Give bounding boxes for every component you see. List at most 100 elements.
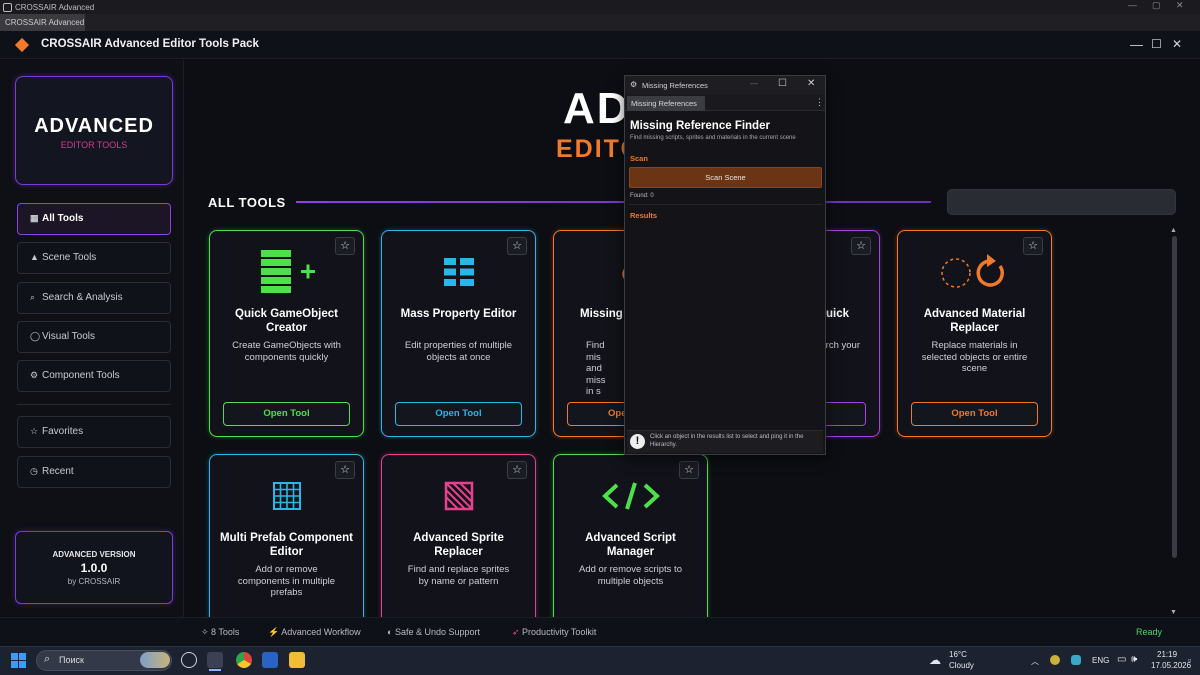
sidebar-item-visual-tools[interactable]: ◯ Visual Tools xyxy=(17,321,171,353)
windows-start-icon[interactable] xyxy=(11,653,26,668)
scrollbar[interactable] xyxy=(1172,236,1177,558)
version-author: by CROSSAIR xyxy=(67,577,121,586)
heading-divider xyxy=(296,201,931,203)
float-close-icon[interactable]: ✕ xyxy=(807,78,815,89)
card-description: Add or remove scripts to multiple object… xyxy=(579,564,682,587)
info-icon: ! xyxy=(630,434,645,449)
version-number: 1.0.0 xyxy=(80,561,108,575)
tool-card-mass-property-editor: ☆ Mass Property Editor Edit properties o… xyxy=(381,230,536,437)
sidebar-item-scene-tools[interactable]: ▲ Scene Tools xyxy=(17,242,171,274)
results-section-label: Results xyxy=(630,211,658,220)
sidebar-item-component-tools[interactable]: ⚙ Component Tools xyxy=(17,360,171,392)
card-title: Quick GameObject Creator xyxy=(235,308,338,334)
minimize-icon[interactable]: — xyxy=(1130,37,1143,52)
os-window-title: CROSSAIR Advanced xyxy=(15,2,95,12)
sidebar-item-recent[interactable]: ◷ Recent xyxy=(17,456,171,488)
unity-hub-icon[interactable] xyxy=(181,652,197,668)
favorite-star-icon[interactable]: ☆ xyxy=(851,237,871,255)
notification-icon[interactable]: ▫ xyxy=(1188,655,1191,665)
chrome-icon[interactable] xyxy=(236,652,252,668)
scroll-down-icon[interactable]: ▼ xyxy=(1170,609,1177,616)
kebab-menu-icon[interactable]: ⋮ xyxy=(815,97,824,108)
grid-list-icon xyxy=(382,249,535,295)
scroll-up-icon[interactable]: ▲ xyxy=(1170,227,1177,234)
os-tab[interactable]: CROSSAIR Advanced xyxy=(0,14,85,31)
search-input[interactable] xyxy=(947,189,1176,215)
sidebar-item-label: Recent xyxy=(42,466,74,477)
unity-editor-icon[interactable] xyxy=(207,652,223,668)
word-icon[interactable] xyxy=(262,652,278,668)
float-panel-description: Find missing scripts, sprites and materi… xyxy=(630,135,796,141)
weather-temp: 16°C xyxy=(949,650,967,659)
scan-scene-button[interactable]: Scan Scene xyxy=(629,167,822,188)
sidebar-item-label: Visual Tools xyxy=(42,331,95,342)
grid-icon xyxy=(210,473,363,519)
triangle-icon: ▲ xyxy=(30,252,39,262)
version-box: ADVANCED VERSION 1.0.0 by CROSSAIR xyxy=(15,531,173,604)
os-tab-bar xyxy=(0,14,1200,31)
clock-date[interactable]: 17.05.2026 xyxy=(1151,661,1191,670)
network-icon[interactable]: ▭ xyxy=(1117,654,1126,665)
maximize-icon[interactable]: ☐ xyxy=(1151,37,1162,51)
section-heading: ALL TOOLS xyxy=(208,195,286,210)
os-close-icon[interactable]: ✕ xyxy=(1176,0,1184,11)
window-app-icon: ⚙ xyxy=(630,80,638,89)
sidebar-item-label: Component Tools xyxy=(42,370,120,381)
card-description: Find mis and miss in s xyxy=(586,340,606,397)
open-tool-button[interactable]: Open Tool xyxy=(223,402,350,426)
shield-icon: ◐ xyxy=(387,627,395,637)
tray-chevron-icon[interactable]: ︿ xyxy=(1031,656,1039,667)
gear-icon: ⚙ xyxy=(30,370,39,380)
card-description: Find and replace sprites by name or patt… xyxy=(407,564,510,587)
file-explorer-icon[interactable] xyxy=(289,652,305,668)
brand-box: ADVANCED EDITOR TOOLS xyxy=(15,76,173,185)
clock-time[interactable]: 21:19 xyxy=(1157,650,1177,659)
os-title-bar: CROSSAIR Advanced — ▢ ✕ xyxy=(0,0,1200,14)
open-tool-button[interactable]: Open Tool xyxy=(911,402,1038,426)
refresh-icon xyxy=(898,249,1051,295)
version-label: ADVANCED VERSION xyxy=(52,550,136,559)
tray-security-icon[interactable] xyxy=(1071,655,1081,665)
card-description: Create GameObjects with components quick… xyxy=(232,340,341,363)
sidebar-item-all-tools[interactable]: ▦ All Tools xyxy=(17,203,171,235)
clock-icon: ◷ xyxy=(30,466,38,476)
rocket-icon: ➶ xyxy=(512,627,523,637)
active-app-indicator xyxy=(209,669,221,671)
card-title: Advanced Script Manager xyxy=(585,532,676,558)
float-tab[interactable]: Missing References xyxy=(627,96,705,111)
tray-app-icon[interactable] xyxy=(1050,655,1060,665)
brand-title: ADVANCED xyxy=(34,115,154,137)
float-window-title: Missing References xyxy=(642,81,708,90)
card-title: Advanced Material Replacer xyxy=(923,308,1026,334)
card-title: Advanced Sprite Replacer xyxy=(413,532,504,558)
open-tool-button[interactable]: Open Tool xyxy=(395,402,522,426)
language-indicator[interactable]: ENG xyxy=(1092,656,1109,665)
taskbar-search-placeholder: Поиск xyxy=(59,655,84,665)
os-minimize-icon[interactable]: — xyxy=(1128,0,1137,10)
close-icon[interactable]: ✕ xyxy=(1172,37,1182,51)
status-tools-count: ✧ 8 Tools xyxy=(201,627,240,637)
app-title: CROSSAIR Advanced Editor Tools Pack xyxy=(41,38,259,50)
sidebar-item-search-analysis[interactable]: ⌕ Search & Analysis xyxy=(17,282,171,314)
app-icon xyxy=(3,2,12,12)
code-icon xyxy=(554,473,707,519)
card-description: Replace materials in selected objects or… xyxy=(921,340,1028,374)
sidebar-divider xyxy=(17,404,171,405)
float-window-titlebar[interactable]: ⚙ Missing References — ☐ ✕ xyxy=(625,76,825,94)
lightning-icon: ⚡ xyxy=(268,627,282,637)
tool-card-advanced-sprite-replacer: ☆ Advanced Sprite Replacer Find and repl… xyxy=(381,454,536,629)
card-description: Edit properties of multiple objects at o… xyxy=(404,340,513,363)
card-description: rch your xyxy=(825,340,860,351)
circle-icon: ◯ xyxy=(30,331,41,341)
search-highlight-image xyxy=(140,652,170,668)
tool-card-quick-gameobject-creator: ☆ Quick GameObject Creator Create GameOb… xyxy=(209,230,364,437)
sidebar-item-favorites[interactable]: ☆ Favorites xyxy=(17,416,171,448)
search-icon: ⌕ xyxy=(44,653,51,665)
volume-icon[interactable]: 🕪 xyxy=(1131,654,1137,665)
brand-subtitle: EDITOR TOOLS xyxy=(60,140,128,150)
float-minimize-icon[interactable]: — xyxy=(750,79,758,88)
status-bar xyxy=(0,617,1200,646)
float-maximize-icon[interactable]: ☐ xyxy=(778,78,787,89)
status-workflow: ⚡ Advanced Workflow xyxy=(268,627,361,637)
os-maximize-icon[interactable]: ▢ xyxy=(1152,0,1161,11)
